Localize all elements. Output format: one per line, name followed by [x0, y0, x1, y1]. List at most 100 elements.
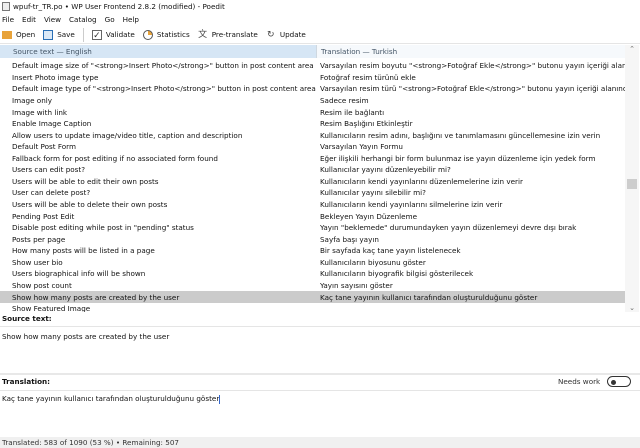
table-row[interactable]: Show how many posts are created by the u…	[0, 291, 625, 303]
table-row[interactable]: Pending Post Edit Bekleyen Yayın Düzenlem…	[0, 210, 625, 222]
translation-cell: Kullanıcıların biyosunu göster	[320, 257, 426, 267]
table-row[interactable]: Image only Sadece resim	[0, 95, 625, 107]
table-row[interactable]: Enable Image Caption Resim Başlığını Etki…	[0, 118, 625, 130]
translation-input[interactable]: Kaç tane yayının kullanıcı tarafından ol…	[2, 394, 221, 404]
table-row[interactable]: Show Featured Image	[0, 303, 625, 312]
source-cell: Users can edit post?	[12, 165, 86, 175]
translation-cell: Yayın "beklemede" durumundayken yayın dü…	[320, 223, 577, 233]
source-cell: Image with link	[12, 107, 68, 117]
source-cell: Show user bio	[12, 257, 63, 267]
column-source[interactable]: Source text — English	[0, 45, 316, 58]
translation-cell: Kullanıcılar yayını silebilir mi?	[320, 188, 426, 198]
source-cell: Image only	[12, 95, 52, 105]
table-row[interactable]: Show post count Yayın sayısını göster	[0, 280, 625, 292]
table-row[interactable]: Default Post Form Varsayılan Yayın Formu	[0, 141, 625, 153]
table-row[interactable]: Fallback form for post editing if no ass…	[0, 153, 625, 165]
table-row[interactable]: Allow users to update image/video title,…	[0, 129, 625, 141]
translation-cell: Fotoğraf resim türünü ekle	[320, 72, 416, 82]
checkbox-icon: ✓	[91, 29, 102, 41]
pane-splitter[interactable]	[0, 373, 640, 375]
folder-icon	[2, 30, 12, 39]
source-cell: Users will be able to edit their own pos…	[12, 176, 159, 186]
open-button[interactable]: Open	[2, 30, 35, 39]
needs-work-toggle[interactable]	[607, 376, 631, 387]
toolbar: Open Save ✓ Validate Statistics 文 Pre-tran…	[0, 26, 640, 44]
translation-cell: Kullanıcıların kendi yayınlarını silmele…	[320, 200, 503, 210]
source-cell: Default Post Form	[12, 142, 76, 152]
table-row[interactable]: User can delete post? Kullanıcılar yayını…	[0, 187, 625, 199]
table-row[interactable]: Disable post editing while post in "pend…	[0, 222, 625, 234]
validate-button[interactable]: ✓ Validate	[91, 29, 135, 41]
string-list: Default image size of "<strong>Insert Ph…	[0, 60, 625, 312]
translation-cell: Sayfa başı yayın	[320, 234, 379, 244]
translation-cell: Sadece resim	[320, 95, 369, 105]
table-row[interactable]: Users biographical info will be shown Kul…	[0, 268, 625, 280]
source-cell: User can delete post?	[12, 188, 91, 198]
menu-file[interactable]: File	[2, 15, 14, 24]
source-cell: How many posts will be listed in a page	[12, 246, 155, 256]
table-row[interactable]: Users will be able to delete their own p…	[0, 199, 625, 211]
translation-label: Translation:	[2, 377, 51, 386]
column-translation[interactable]: Translation — Turkish	[316, 45, 625, 58]
app-icon	[2, 1, 10, 11]
source-cell: Allow users to update image/video title,…	[12, 130, 243, 140]
translation-cell: Varsayılan Yayın Formu	[320, 142, 403, 152]
table-row[interactable]: Posts per page Sayfa başı yayın	[0, 233, 625, 245]
text-caret	[219, 394, 221, 404]
translation-cell: Bir sayfada kaç tane yayın listelenecek	[320, 246, 461, 256]
pie-chart-icon	[142, 29, 153, 40]
translate-icon: 文	[198, 29, 208, 40]
update-button[interactable]: ↻ Update	[266, 30, 306, 40]
menu-view[interactable]: View	[44, 15, 61, 24]
scroll-down-icon[interactable]: ⌄	[625, 304, 639, 312]
toolbar-divider	[82, 27, 84, 42]
divider	[0, 390, 640, 391]
save-button[interactable]: Save	[43, 29, 75, 40]
menu-go[interactable]: Go	[105, 15, 115, 24]
translation-cell: Kullanıcıların kendi yayınlarını düzenle…	[320, 176, 523, 186]
scrollbar-thumb[interactable]	[627, 179, 637, 189]
menu-edit[interactable]: Edit	[22, 15, 36, 24]
table-row[interactable]: Show user bio Kullanıcıların biyosunu gös…	[0, 257, 625, 269]
source-cell: Users will be able to delete their own p…	[12, 200, 168, 210]
source-text-label: Source text:	[2, 314, 52, 323]
source-cell: Pending Post Edit	[12, 211, 75, 221]
translation-cell: Yayın sayısını göster	[320, 280, 393, 290]
source-cell: Show post count	[12, 280, 72, 290]
statistics-button[interactable]: Statistics	[142, 29, 190, 40]
list-header: Source text — English Translation — Turk…	[0, 45, 625, 58]
table-row[interactable]: How many posts will be listed in a page B…	[0, 245, 625, 257]
pretranslate-button[interactable]: 文 Pre-translate	[198, 30, 258, 40]
title-bar: wpuf-tr_TR.po • WP User Frontend 2.8.2 (…	[0, 0, 640, 12]
toggle-knob	[611, 379, 616, 385]
table-row[interactable]: Default image type of "<strong>Insert Ph…	[0, 83, 625, 95]
menu-help[interactable]: Help	[123, 15, 139, 24]
source-cell: Insert Photo image type	[12, 72, 99, 82]
status-bar: Translated: 583 of 1090 (53 %) • Remaini…	[0, 437, 640, 448]
translation-cell: Kullanıcıların biyografik bilgisi göster…	[320, 269, 474, 279]
update-icon: ↻	[267, 29, 275, 40]
table-row[interactable]: Users can edit post? Kullanıcılar yayını …	[0, 164, 625, 176]
menu-catalog[interactable]: Catalog	[69, 15, 97, 24]
source-text: Show how many posts are created by the u…	[2, 332, 170, 341]
menu-bar: File Edit View Catalog Go Help	[0, 12, 640, 26]
table-row[interactable]: Insert Photo image type Fotoğraf resim tü…	[0, 72, 625, 84]
translation-cell: Resim ile bağlantı	[320, 107, 385, 117]
source-cell: Fallback form for post editing if no ass…	[12, 153, 218, 163]
source-cell: Show Featured Image	[12, 304, 91, 312]
scroll-up-icon[interactable]: ⌃	[625, 45, 639, 53]
source-cell: Users biographical info will be shown	[12, 269, 146, 279]
table-row[interactable]: Default image size of "<strong>Insert Ph…	[0, 60, 625, 72]
source-cell: Posts per page	[12, 234, 66, 244]
table-row[interactable]: Image with link Resim ile bağlantı	[0, 106, 625, 118]
translation-cell: Bekleyen Yayın Düzenleme	[320, 211, 418, 221]
translation-cell: Kaç tane yayının kullanıcı tarafından ol…	[320, 292, 538, 302]
source-cell: Show how many posts are created by the u…	[12, 292, 180, 302]
translation-cell: Kullanıcıların resim adını, başlığını ve…	[320, 130, 601, 140]
list-scrollbar[interactable]: ⌃ ⌄	[625, 45, 639, 312]
save-icon	[43, 29, 54, 40]
needs-work-label: Needs work	[558, 377, 601, 386]
translation-cell: Resim Başlığını Etkinleştir	[320, 119, 413, 129]
table-row[interactable]: Users will be able to edit their own pos…	[0, 176, 625, 188]
translation-cell: Kullanıcılar yayını düzenleyebilir mi?	[320, 165, 451, 175]
